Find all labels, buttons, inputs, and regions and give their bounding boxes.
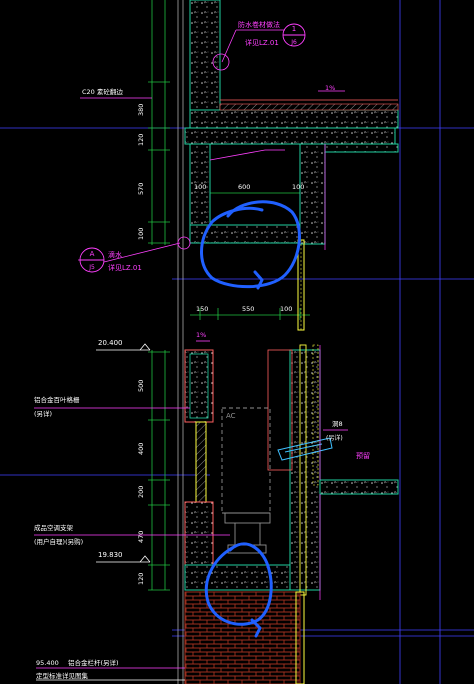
ac-unit: [221, 407, 271, 554]
right-mark: 洞8: [332, 419, 343, 428]
left-note: 滴水: [108, 250, 122, 259]
top-note: 防水卷材做法: [238, 20, 280, 29]
dim-lower-v-5: 120: [137, 573, 145, 585]
dim-lower-v-3: 200: [137, 486, 145, 498]
dim-upper-v-1: 380: [137, 104, 145, 116]
lower-ac-room: [184, 344, 399, 596]
right-note: 预留: [356, 451, 370, 460]
callout-bubble-top: 1 J6: [282, 23, 306, 47]
dim-lower-h-1: 150: [196, 305, 208, 313]
note-c: 成品空调支架: [34, 523, 74, 532]
level-2: 19.830: [98, 551, 123, 559]
callout-bubble-left: A J5: [79, 247, 105, 273]
dim-lower-h-2: 550: [242, 305, 254, 313]
slope-top: 1%: [325, 84, 335, 92]
dim-upper-h-3: 100: [292, 183, 304, 191]
bubble-top-ref: J6: [290, 39, 297, 46]
upper-ac-box: [189, 143, 399, 331]
level-markers: [36, 343, 185, 681]
top-note-ref: 详见LZ.01: [245, 38, 279, 47]
upper-concrete-wall: [184, 0, 399, 145]
dimension-lines: [148, 0, 310, 591]
cad-section-drawing: 1 J6 A J5 防水卷材做法 详见LZ.01 C20 素砼翻边 1% 1% …: [0, 0, 474, 684]
dim-upper-v-4: 100: [137, 228, 145, 240]
ac-label: AC: [226, 412, 236, 420]
bubble-left-letter: A: [90, 250, 95, 258]
note-e: 铝合金栏杆(另详): [68, 658, 119, 667]
dim-lower-h-3: 100: [280, 305, 292, 313]
note-b: (另详): [34, 409, 52, 418]
bubble-left-ref: J5: [88, 264, 95, 271]
dimension-text: 380 120 570 100 100 600 100 150 550 100 …: [137, 104, 304, 585]
ink-circle-upper: [200, 200, 301, 289]
dim-upper-v-2: 120: [137, 134, 145, 146]
dim-upper-h-1: 100: [194, 183, 206, 191]
brick-wall: [184, 591, 301, 684]
structure-verticals: [177, 0, 184, 684]
right-mark-2: (另详): [326, 434, 343, 442]
dim-upper-v-3: 570: [137, 183, 145, 195]
dim-lower-v-1: 500: [137, 380, 145, 392]
dim-lower-v-4: 470: [137, 531, 145, 543]
note-d: (用户自理)(另购): [34, 537, 83, 546]
slope-mid: 1%: [196, 331, 206, 339]
note-f: 定型标准详见图集: [36, 671, 89, 680]
left-note-ref: 详见LZ.01: [108, 263, 142, 272]
c20-label: C20 素砼翻边: [82, 87, 123, 96]
level-3: 95.400: [36, 659, 59, 667]
dim-lower-v-2: 400: [137, 443, 145, 455]
bubble-top-number: 1: [292, 25, 296, 33]
dim-upper-h-2: 600: [238, 183, 250, 191]
level-1: 20.400: [98, 339, 123, 347]
note-a: 铝合金百叶格栅: [34, 395, 80, 404]
